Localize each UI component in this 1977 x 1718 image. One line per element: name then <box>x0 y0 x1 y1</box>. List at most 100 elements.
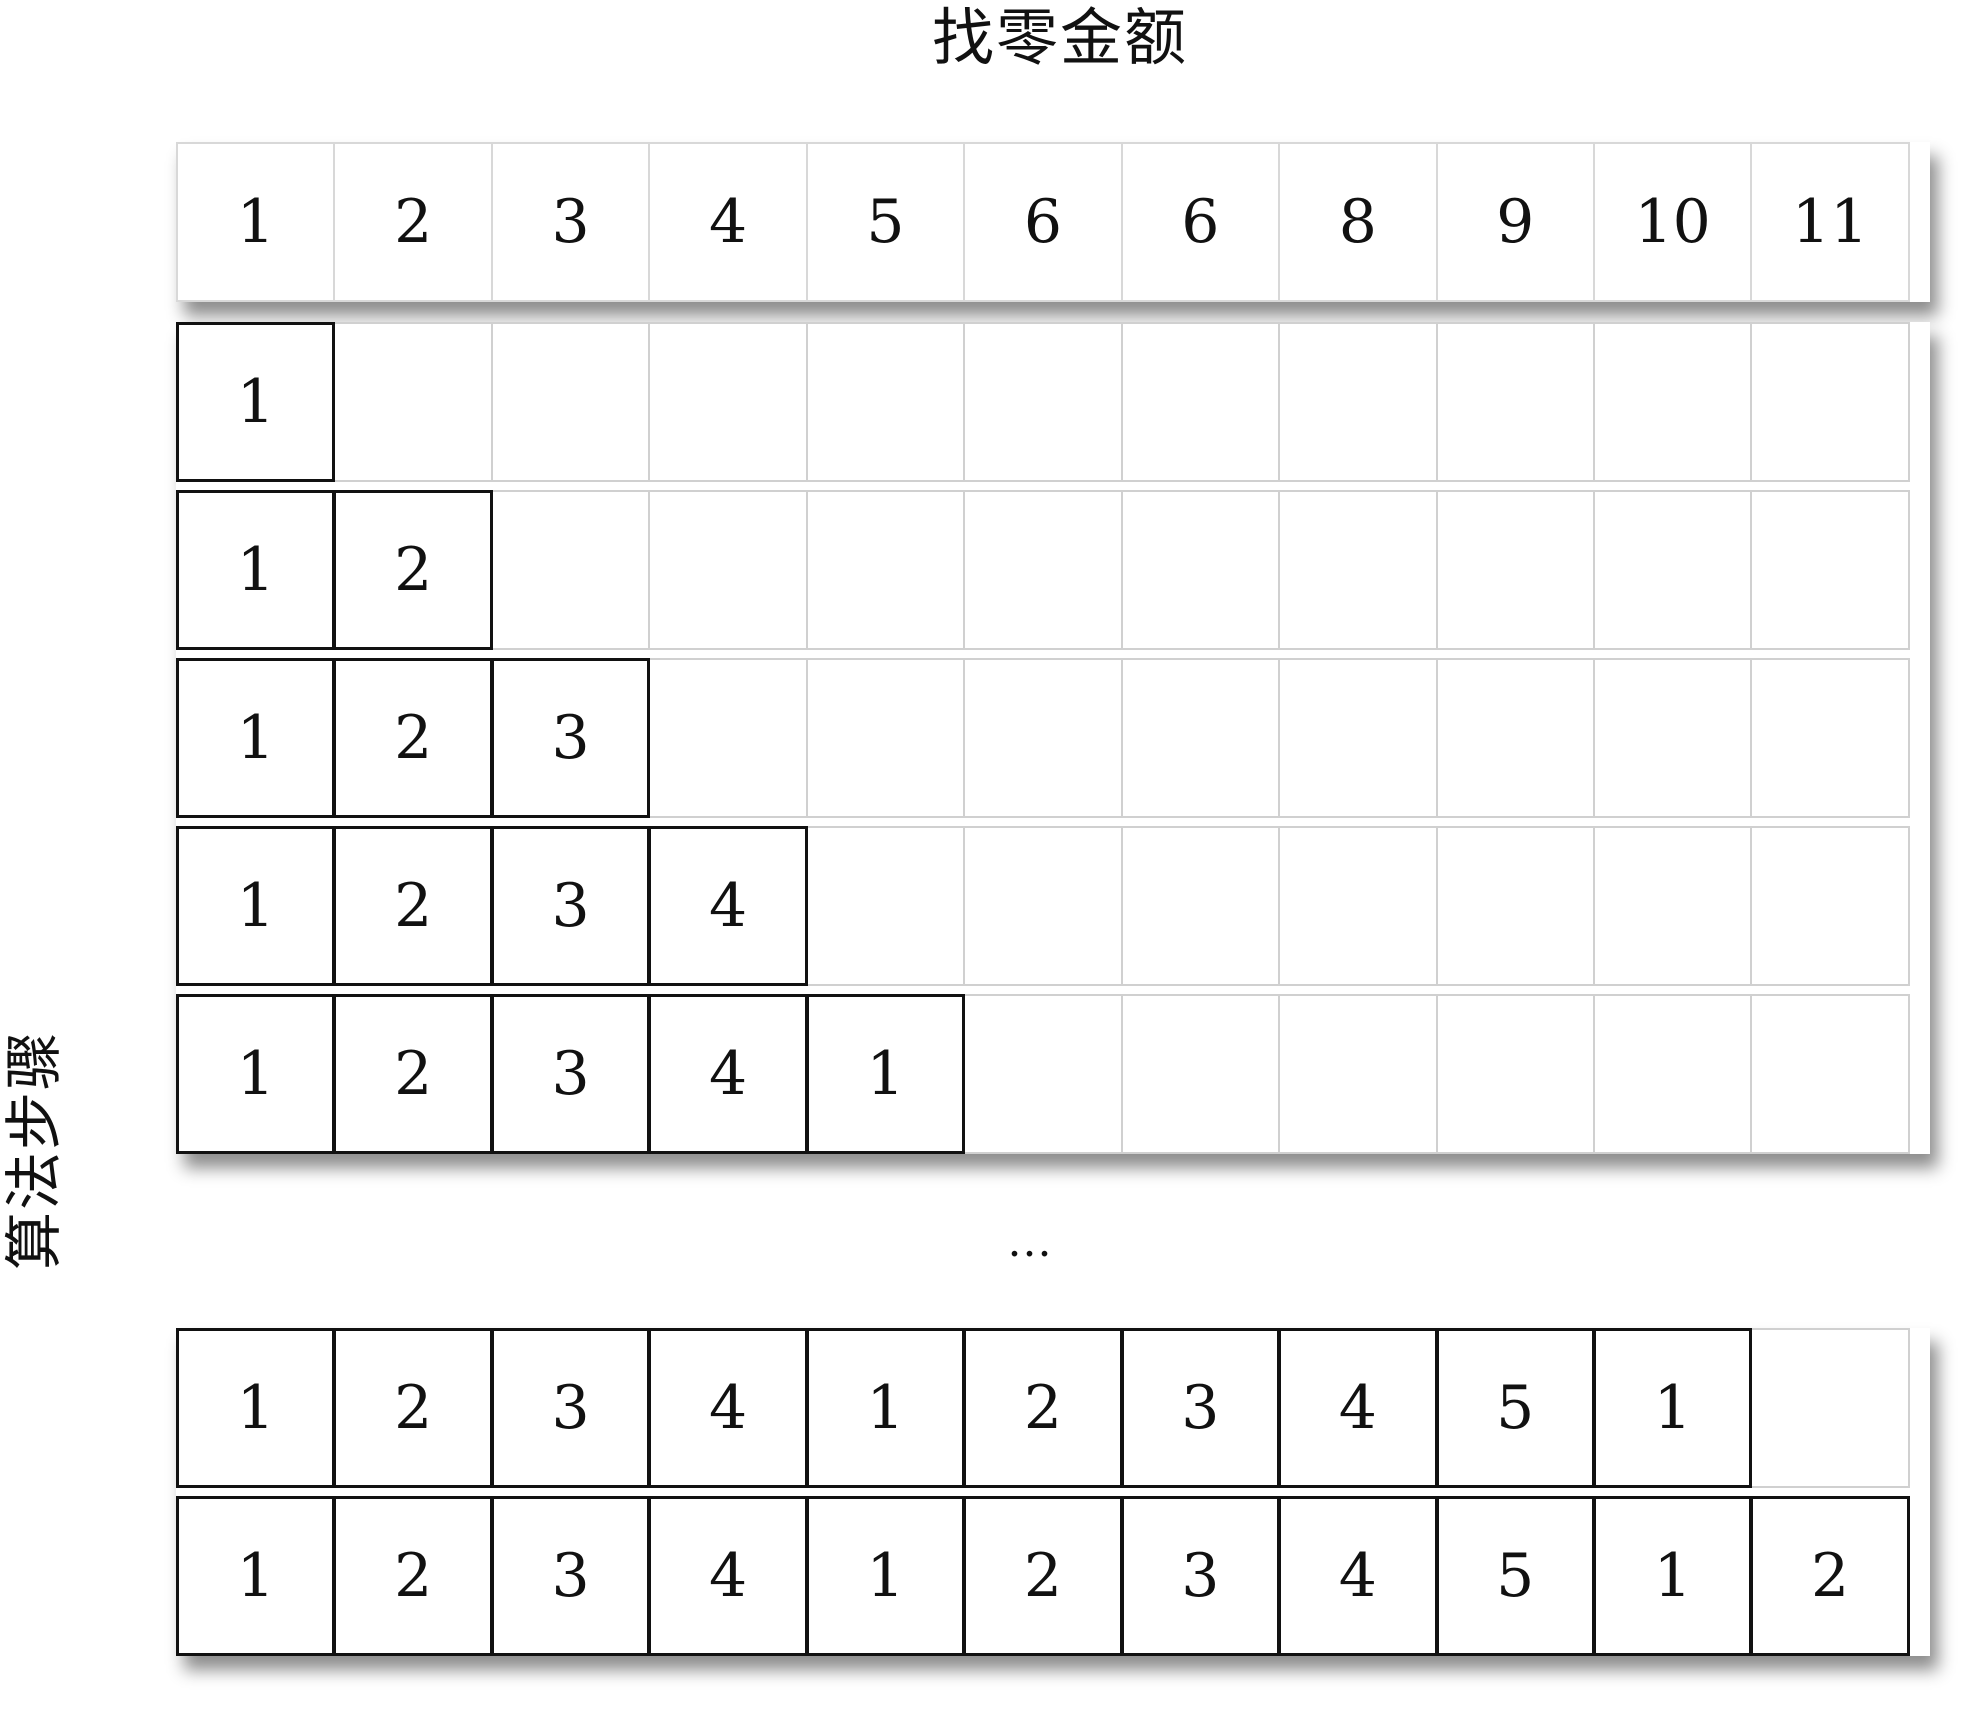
steps-label: 算法步骤 <box>0 1029 68 1270</box>
step-row: 12 <box>176 490 1930 650</box>
empty-cell <box>963 322 1123 482</box>
coin-cell: 1 <box>176 826 336 986</box>
coin-cell: 3 <box>1120 1328 1281 1488</box>
coin-cell: 1 <box>176 658 336 818</box>
coin-cell: 1 <box>176 994 336 1154</box>
empty-cell <box>1750 658 1910 818</box>
coin-cell: 3 <box>1120 1496 1281 1656</box>
amount-cell: 5 <box>805 142 966 302</box>
empty-cell <box>333 322 493 482</box>
empty-cell <box>648 490 808 650</box>
coin-cell: 1 <box>176 322 336 482</box>
empty-cell <box>1278 826 1438 986</box>
step-table-top: 112123123412341 <box>176 322 1930 1154</box>
coin-cell: 4 <box>1278 1496 1438 1656</box>
coin-cell: 3 <box>490 826 651 986</box>
coin-cell: 5 <box>1435 1328 1595 1488</box>
empty-cell <box>1435 322 1595 482</box>
coin-cell: 2 <box>333 490 493 650</box>
empty-cell <box>963 490 1123 650</box>
empty-cell <box>1750 826 1910 986</box>
empty-cell <box>1750 994 1910 1154</box>
coin-cell: 2 <box>1750 1496 1910 1656</box>
coin-cell: 1 <box>176 1328 336 1488</box>
empty-cell <box>1278 322 1438 482</box>
step-row: 1234123451 <box>176 1328 1930 1488</box>
empty-cell <box>1120 826 1281 986</box>
empty-cell <box>963 826 1123 986</box>
empty-cell <box>1592 826 1753 986</box>
coin-cell: 1 <box>805 1328 966 1488</box>
empty-cell <box>1435 826 1595 986</box>
empty-cell <box>805 322 966 482</box>
step-row: 1234 <box>176 826 1930 986</box>
empty-cell <box>1120 658 1281 818</box>
empty-cell <box>1435 490 1595 650</box>
amount-cell: 11 <box>1750 142 1910 302</box>
coin-cell: 4 <box>648 1496 808 1656</box>
amount-cell: 6 <box>1120 142 1281 302</box>
amount-cell: 10 <box>1592 142 1753 302</box>
empty-cell <box>1592 994 1753 1154</box>
empty-cell <box>1435 658 1595 818</box>
amount-title: 找零金额 <box>931 1 1188 74</box>
empty-cell <box>1750 322 1910 482</box>
empty-cell <box>648 322 808 482</box>
empty-cell <box>805 826 966 986</box>
amount-cell: 6 <box>963 142 1123 302</box>
step-row: 12341234512 <box>176 1496 1930 1656</box>
coin-cell: 3 <box>490 1328 651 1488</box>
empty-cell <box>805 658 966 818</box>
coin-cell: 2 <box>333 1496 493 1656</box>
coin-cell: 1 <box>1592 1328 1753 1488</box>
empty-cell <box>1278 994 1438 1154</box>
amount-cell: 2 <box>333 142 493 302</box>
coin-cell: 2 <box>963 1328 1123 1488</box>
coin-cell: 5 <box>1435 1496 1595 1656</box>
empty-cell <box>963 658 1123 818</box>
empty-cell <box>1750 490 1910 650</box>
empty-cell <box>1592 490 1753 650</box>
amount-header-table: 1 2 3 4 5 6 6 8 9 10 11 <box>176 142 1930 302</box>
coin-cell: 3 <box>490 994 651 1154</box>
coin-cell: 1 <box>1592 1496 1753 1656</box>
empty-cell <box>1120 490 1281 650</box>
ellipsis: ... <box>1007 1216 1053 1267</box>
coin-cell: 2 <box>333 1328 493 1488</box>
step-row: 123 <box>176 658 1930 818</box>
empty-cell <box>963 994 1123 1154</box>
coin-cell: 4 <box>648 826 808 986</box>
coin-cell: 1 <box>176 1496 336 1656</box>
coin-cell: 2 <box>333 658 493 818</box>
amount-cell: 1 <box>176 142 336 302</box>
empty-cell <box>1120 994 1281 1154</box>
empty-cell <box>490 322 651 482</box>
empty-cell <box>1278 658 1438 818</box>
coin-cell: 1 <box>176 490 336 650</box>
amount-cell: 3 <box>490 142 651 302</box>
empty-cell <box>1435 994 1595 1154</box>
amount-cell: 9 <box>1435 142 1595 302</box>
empty-cell <box>805 490 966 650</box>
coin-cell: 2 <box>333 994 493 1154</box>
coin-cell: 4 <box>648 994 808 1154</box>
coin-cell: 1 <box>805 1496 966 1656</box>
coin-cell: 4 <box>1278 1328 1438 1488</box>
empty-cell <box>648 658 808 818</box>
empty-cell <box>1592 322 1753 482</box>
step-row: 1 <box>176 322 1930 482</box>
coin-cell: 3 <box>490 658 651 818</box>
coin-cell: 4 <box>648 1328 808 1488</box>
coin-cell: 2 <box>333 826 493 986</box>
coin-cell: 1 <box>805 994 966 1154</box>
empty-cell <box>490 490 651 650</box>
amount-cell: 4 <box>648 142 808 302</box>
step-table-bottom: 123412345112341234512 <box>176 1328 1930 1656</box>
empty-cell <box>1278 490 1438 650</box>
empty-cell <box>1592 658 1753 818</box>
coin-cell: 3 <box>490 1496 651 1656</box>
amount-cell: 8 <box>1278 142 1438 302</box>
coin-cell: 2 <box>963 1496 1123 1656</box>
header-row: 1 2 3 4 5 6 6 8 9 10 11 <box>176 142 1930 302</box>
step-row: 12341 <box>176 994 1930 1154</box>
